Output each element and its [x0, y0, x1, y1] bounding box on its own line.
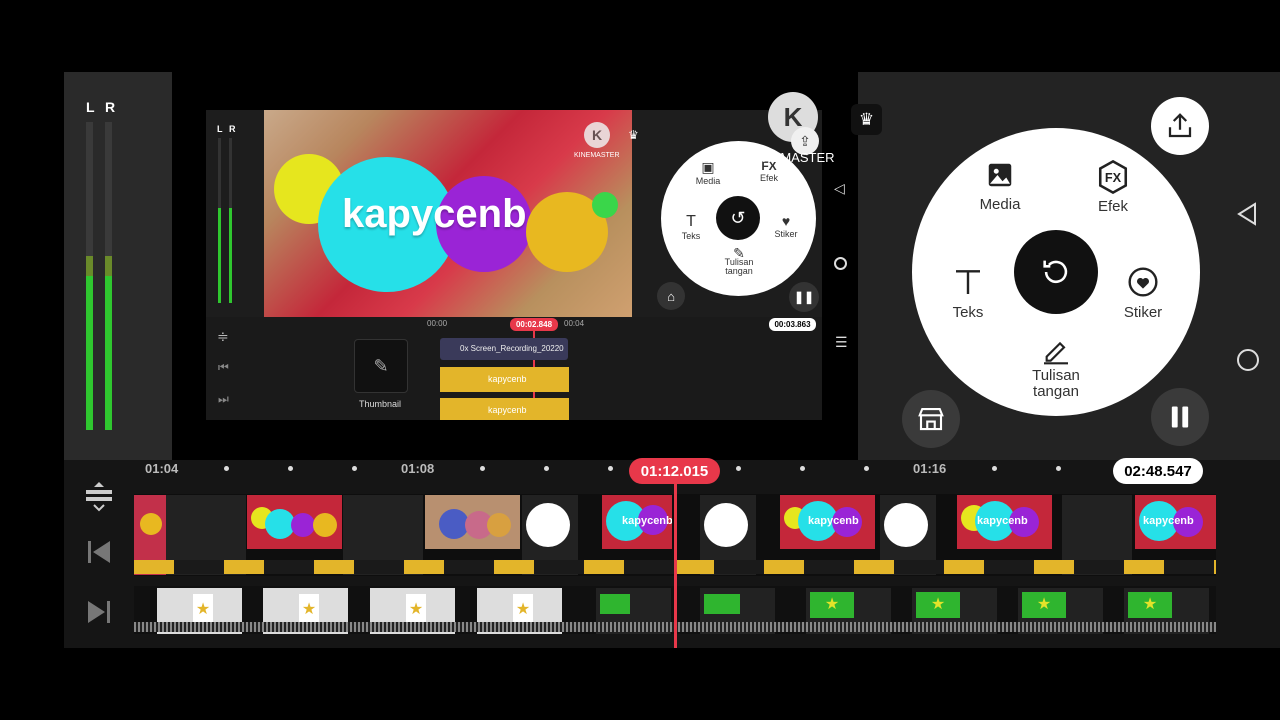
clip-thumbnail[interactable]: [247, 495, 342, 549]
pause-icon: [1171, 406, 1189, 428]
vu-left-bar: [86, 122, 93, 430]
crown-icon[interactable]: ♛: [851, 104, 882, 135]
tick-dot: [1056, 466, 1061, 471]
tick-dot: [352, 466, 357, 471]
track-toggle-icon[interactable]: [85, 480, 113, 517]
video-title-text: kapycenb: [342, 192, 527, 236]
undo-icon[interactable]: [1014, 230, 1098, 314]
handwriting-button[interactable]: Tulisan tangan: [1020, 334, 1092, 400]
pen-icon: [1044, 341, 1068, 365]
vu-right-label: R: [105, 99, 116, 115]
watermark-logo-icon: K: [584, 122, 610, 148]
inner-vu-right: R: [229, 124, 236, 134]
media-wheel: Media FX Efek Teks Stiker Tulisan tangan: [912, 128, 1200, 416]
inner-tick: 00:00: [427, 319, 448, 328]
tick-dot: [480, 466, 485, 471]
inner-text-button[interactable]: T Teks: [675, 213, 707, 241]
clip-thumbnail[interactable]: kapycenb: [957, 495, 1052, 549]
text-icon: [956, 270, 980, 294]
thumbnail-button[interactable]: ✎: [354, 339, 408, 393]
inner-video-clip[interactable]: 0x Screen_Recording_20220: [440, 338, 568, 360]
sticker-icon: [1128, 267, 1158, 297]
effect-label: Efek: [1097, 198, 1128, 215]
inner-media-button[interactable]: ▣ Media: [691, 159, 725, 186]
clip-thumbnail[interactable]: kapycenb: [780, 495, 875, 549]
kinemaster-brand-text: KINEMASTER: [750, 150, 835, 165]
effect-button[interactable]: FX Efek: [1086, 160, 1140, 215]
media-label: Media: [979, 196, 1021, 213]
playhead[interactable]: [674, 484, 677, 648]
inner-back-icon[interactable]: ◁: [834, 180, 845, 197]
video-frame: kapycenb K KINEMASTER: [264, 110, 632, 317]
store-button[interactable]: [902, 390, 960, 448]
tick-dot: [736, 466, 741, 471]
export-icon: [1168, 113, 1192, 138]
inner-duration: 00:03.863: [769, 318, 816, 331]
inner-text-layer[interactable]: kapycenb: [440, 367, 569, 392]
inner-skip-end-icon[interactable]: ⏭: [218, 392, 229, 407]
inner-pause-icon[interactable]: ❚❚: [789, 282, 819, 312]
home-icon[interactable]: [1237, 349, 1259, 371]
tick-dot: [608, 466, 613, 471]
inner-text-layer[interactable]: kapycenb: [440, 398, 569, 420]
inner-handwriting-button[interactable]: ✎ Tulisan tangan: [717, 246, 761, 276]
text-label: Teks: [952, 304, 984, 321]
tick-dot: [800, 466, 805, 471]
tick-dot: [544, 466, 549, 471]
media-icon: [988, 163, 1012, 187]
playhead-time: 01:12.015: [629, 458, 720, 484]
text-button[interactable]: Teks: [942, 266, 994, 321]
sticker-label: Stiker: [1123, 304, 1163, 321]
tick-dot: [288, 466, 293, 471]
inner-playhead-time: 00:02.848: [510, 318, 558, 331]
thumbnail-label: Thumbnail: [359, 399, 402, 409]
pause-button[interactable]: [1151, 388, 1209, 446]
tick-dot: [864, 466, 869, 471]
fx-icon: FX: [1098, 160, 1128, 194]
inner-tick: 00:04: [564, 319, 585, 328]
inner-track-toggle-icon[interactable]: ≑: [217, 328, 229, 345]
clip-thumbnail[interactable]: kapycenb: [1135, 495, 1216, 549]
audio-level-meter: L R: [64, 72, 172, 460]
watermark-text: KINEMASTER: [574, 152, 620, 159]
back-icon[interactable]: [1236, 202, 1258, 231]
sticker-button[interactable]: Stiker: [1115, 266, 1171, 321]
media-button[interactable]: Media: [972, 160, 1028, 213]
timeline-tick: 01:16: [913, 461, 947, 476]
kinemaster-editor: L R L R kapycenb K KINEMASTER ♛ ↺ ▣ Media…: [0, 0, 1280, 720]
vu-left-label: L: [86, 99, 95, 115]
crown-icon[interactable]: ♛: [628, 128, 642, 142]
skip-end-icon[interactable]: [86, 598, 112, 631]
skip-start-icon[interactable]: [86, 538, 112, 571]
vu-right-bar: [105, 122, 112, 430]
clip-thumbnail[interactable]: [425, 495, 520, 549]
export-button[interactable]: [1151, 97, 1209, 155]
inner-vu-left: L: [217, 124, 223, 134]
tick-dot: [992, 466, 997, 471]
timeline-tick: 01:04: [145, 461, 179, 476]
timeline-tick: 01:08: [401, 461, 435, 476]
inner-home-icon[interactable]: [834, 257, 847, 270]
inner-store-icon[interactable]: ⌂: [657, 282, 685, 310]
inner-skip-start-icon[interactable]: ⏮: [218, 360, 229, 375]
clip-thumbnail[interactable]: kapycenb: [602, 495, 672, 549]
inner-menu-icon[interactable]: ☰: [835, 334, 848, 351]
svg-text:FX: FX: [1105, 170, 1122, 185]
project-duration: 02:48.547: [1113, 458, 1203, 484]
inner-undo-icon[interactable]: ↺: [716, 196, 760, 240]
tick-dot: [224, 466, 229, 471]
store-icon: [918, 407, 944, 431]
inner-sticker-button[interactable]: ♥ Stiker: [769, 213, 803, 239]
handwriting-label: Tulisan tangan: [1032, 367, 1080, 400]
